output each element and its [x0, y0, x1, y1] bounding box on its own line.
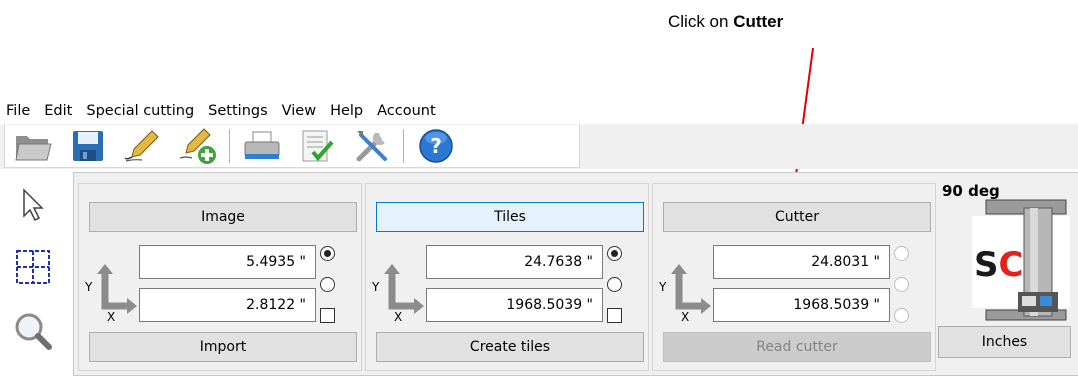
units-button[interactable]: Inches [938, 326, 1071, 358]
menu-settings[interactable]: Settings [201, 103, 274, 119]
y-axis-label: Y [85, 280, 93, 294]
tiles-button[interactable]: Tiles [376, 202, 644, 232]
cutter-device-icon[interactable]: SC [972, 198, 1070, 322]
svg-text:?: ? [430, 134, 442, 158]
tiles-height-field[interactable]: 1968.5039 " [426, 288, 603, 322]
toolbar-separator [229, 129, 230, 163]
cutter-third-radio[interactable] [894, 308, 909, 323]
image-button[interactable]: Image [89, 202, 357, 232]
menu-view[interactable]: View [275, 103, 323, 119]
annotation-bold-label: Cutter [733, 12, 784, 31]
cutter-width-field[interactable]: 24.8031 " [713, 245, 890, 279]
pointer-arrow-icon[interactable] [10, 182, 56, 228]
cutter-height-radio[interactable] [894, 277, 909, 292]
cutter-width-radio[interactable] [894, 246, 909, 261]
tiles-lock-checkbox[interactable] [607, 308, 622, 323]
magnifier-icon[interactable] [10, 308, 56, 354]
tiles-group: Tiles Y X 24.7638 " 1968.5039 " Create t… [365, 183, 649, 371]
open-folder-icon[interactable] [5, 125, 60, 167]
annotation-prefix: Click on [668, 12, 734, 31]
instruction-annotation: Click on Cutter [668, 12, 783, 32]
read-cutter-button[interactable]: Read cutter [663, 332, 931, 362]
toolbar-separator [403, 129, 404, 163]
tiles-height-radio[interactable] [607, 277, 622, 292]
cutter-button[interactable]: Cutter [663, 202, 931, 232]
cutter-height-field[interactable]: 1968.5039 " [713, 288, 890, 322]
x-axis-label: X [394, 310, 403, 324]
pen-add-icon[interactable] [170, 125, 225, 167]
toolbar: ? [4, 125, 580, 168]
save-disk-icon[interactable] [60, 125, 115, 167]
x-axis-label: X [107, 310, 116, 324]
menu-special-cutting[interactable]: Special cutting [79, 103, 201, 119]
import-button[interactable]: Import [89, 332, 357, 362]
checklist-icon[interactable] [289, 125, 344, 167]
x-axis-label: X [681, 310, 690, 324]
printer-icon[interactable] [234, 125, 289, 167]
pen-icon[interactable] [115, 125, 170, 167]
sc-logo-text: SC [974, 245, 1023, 285]
tool-sidebar [0, 172, 70, 377]
y-axis-label: Y [659, 280, 667, 294]
menu-edit[interactable]: Edit [37, 103, 79, 119]
dimension-panel: Image Y X 5.4935 " 2.8122 " Import Tiles… [73, 172, 1078, 376]
y-axis-label: Y [372, 280, 380, 294]
menu-file[interactable]: File [0, 103, 37, 119]
image-lock-checkbox[interactable] [320, 308, 335, 323]
create-tiles-button[interactable]: Create tiles [376, 332, 644, 362]
cutter-group: Cutter Y X 24.8031 " 1968.5039 " Read cu… [652, 183, 936, 371]
image-width-radio[interactable] [320, 246, 335, 261]
tiles-width-radio[interactable] [607, 246, 622, 261]
menu-bar: File Edit Special cutting Settings View … [0, 98, 1078, 124]
tools-icon[interactable] [344, 125, 399, 167]
cutter-info-column: 90 deg SC Inches [938, 180, 1072, 370]
image-width-field[interactable]: 5.4935 " [139, 245, 316, 279]
grid-tiles-icon[interactable] [10, 244, 56, 290]
tiles-width-field[interactable]: 24.7638 " [426, 245, 603, 279]
image-height-field[interactable]: 2.8122 " [139, 288, 316, 322]
menu-help[interactable]: Help [323, 103, 370, 119]
help-icon[interactable]: ? [408, 125, 463, 167]
image-height-radio[interactable] [320, 277, 335, 292]
image-group: Image Y X 5.4935 " 2.8122 " Import [78, 183, 362, 371]
menu-account[interactable]: Account [370, 103, 443, 119]
